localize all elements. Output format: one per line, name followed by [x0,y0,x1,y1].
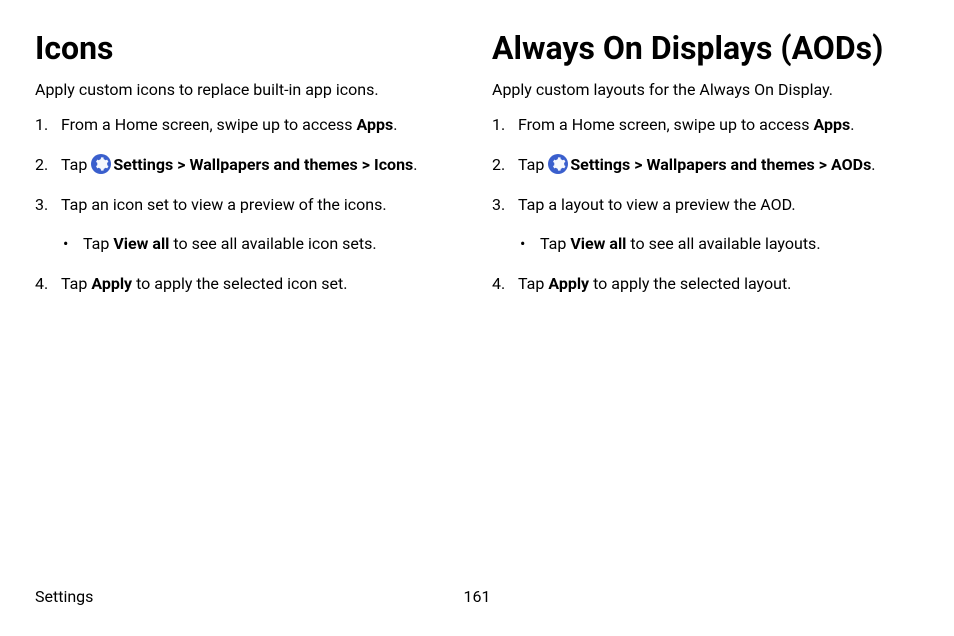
bullet-text: Tap [540,234,570,253]
step-text: Tap an icon set to view a preview of the… [61,195,387,214]
settings-label: Settings [570,155,630,174]
apps-label: Apps [357,115,394,134]
step-item: Tap Apply to apply the selected layout. [492,273,919,295]
settings-icon [91,154,111,174]
apps-label: Apps [814,115,851,134]
view-all-label: View all [570,234,626,253]
wallpapers-themes-label: Wallpapers and themes [189,155,357,174]
heading-aods: Always On Displays (AODs) [492,30,919,67]
step-item: From a Home screen, swipe up to access A… [492,114,919,136]
bullet-text: to see all available icon sets. [169,234,376,253]
step-item: Tap Settings>Wallpapers and themes>Icons… [35,154,462,176]
heading-icons: Icons [35,30,462,67]
chevron-right-icon: > [819,155,827,174]
chevron-right-icon: > [177,155,185,174]
right-column: Always On Displays (AODs) Apply custom l… [492,30,919,312]
sub-bullets: Tap View all to see all available icon s… [61,233,462,255]
step-text: Tap [518,155,548,174]
step-text: Tap a layout to view a preview the AOD. [518,195,796,214]
apply-label: Apply [548,274,589,293]
step-item: Tap a layout to view a preview the AOD. … [492,194,919,255]
intro-icons: Apply custom icons to replace built-in a… [35,79,462,101]
step-text: From a Home screen, swipe up to access [61,115,357,134]
step-text: . [413,155,417,174]
footer-spacer [624,587,919,606]
apply-label: Apply [91,274,132,293]
step-text: . [393,115,397,134]
step-item: Tap Settings>Wallpapers and themes>AODs. [492,154,919,176]
page-footer: Settings 161 [35,587,919,606]
bullet-item: Tap View all to see all available layout… [518,233,919,255]
page-number: 161 [330,587,625,606]
left-column: Icons Apply custom icons to replace buil… [35,30,462,312]
step-text: Tap [61,155,91,174]
step-item: Tap an icon set to view a preview of the… [35,194,462,255]
view-all-label: View all [113,234,169,253]
icons-label: Icons [374,155,413,174]
chevron-right-icon: > [634,155,642,174]
step-item: Tap Apply to apply the selected icon set… [35,273,462,295]
footer-section-label: Settings [35,587,330,606]
content-columns: Icons Apply custom icons to replace buil… [35,30,919,312]
aods-label: AODs [831,155,871,174]
wallpapers-themes-label: Wallpapers and themes [646,155,814,174]
bullet-item: Tap View all to see all available icon s… [61,233,462,255]
step-text: Tap [61,274,91,293]
bullet-text: to see all available layouts. [626,234,820,253]
step-text: Tap [518,274,548,293]
step-text: to apply the selected icon set. [132,274,347,293]
intro-aods: Apply custom layouts for the Always On D… [492,79,919,101]
sub-bullets: Tap View all to see all available layout… [518,233,919,255]
settings-icon [548,154,568,174]
step-item: From a Home screen, swipe up to access A… [35,114,462,136]
step-text: . [871,155,875,174]
bullet-text: Tap [83,234,113,253]
step-text: From a Home screen, swipe up to access [518,115,814,134]
chevron-right-icon: > [362,155,370,174]
steps-icons: From a Home screen, swipe up to access A… [35,114,462,294]
steps-aods: From a Home screen, swipe up to access A… [492,114,919,294]
step-text: to apply the selected layout. [589,274,791,293]
settings-label: Settings [113,155,173,174]
step-text: . [850,115,854,134]
